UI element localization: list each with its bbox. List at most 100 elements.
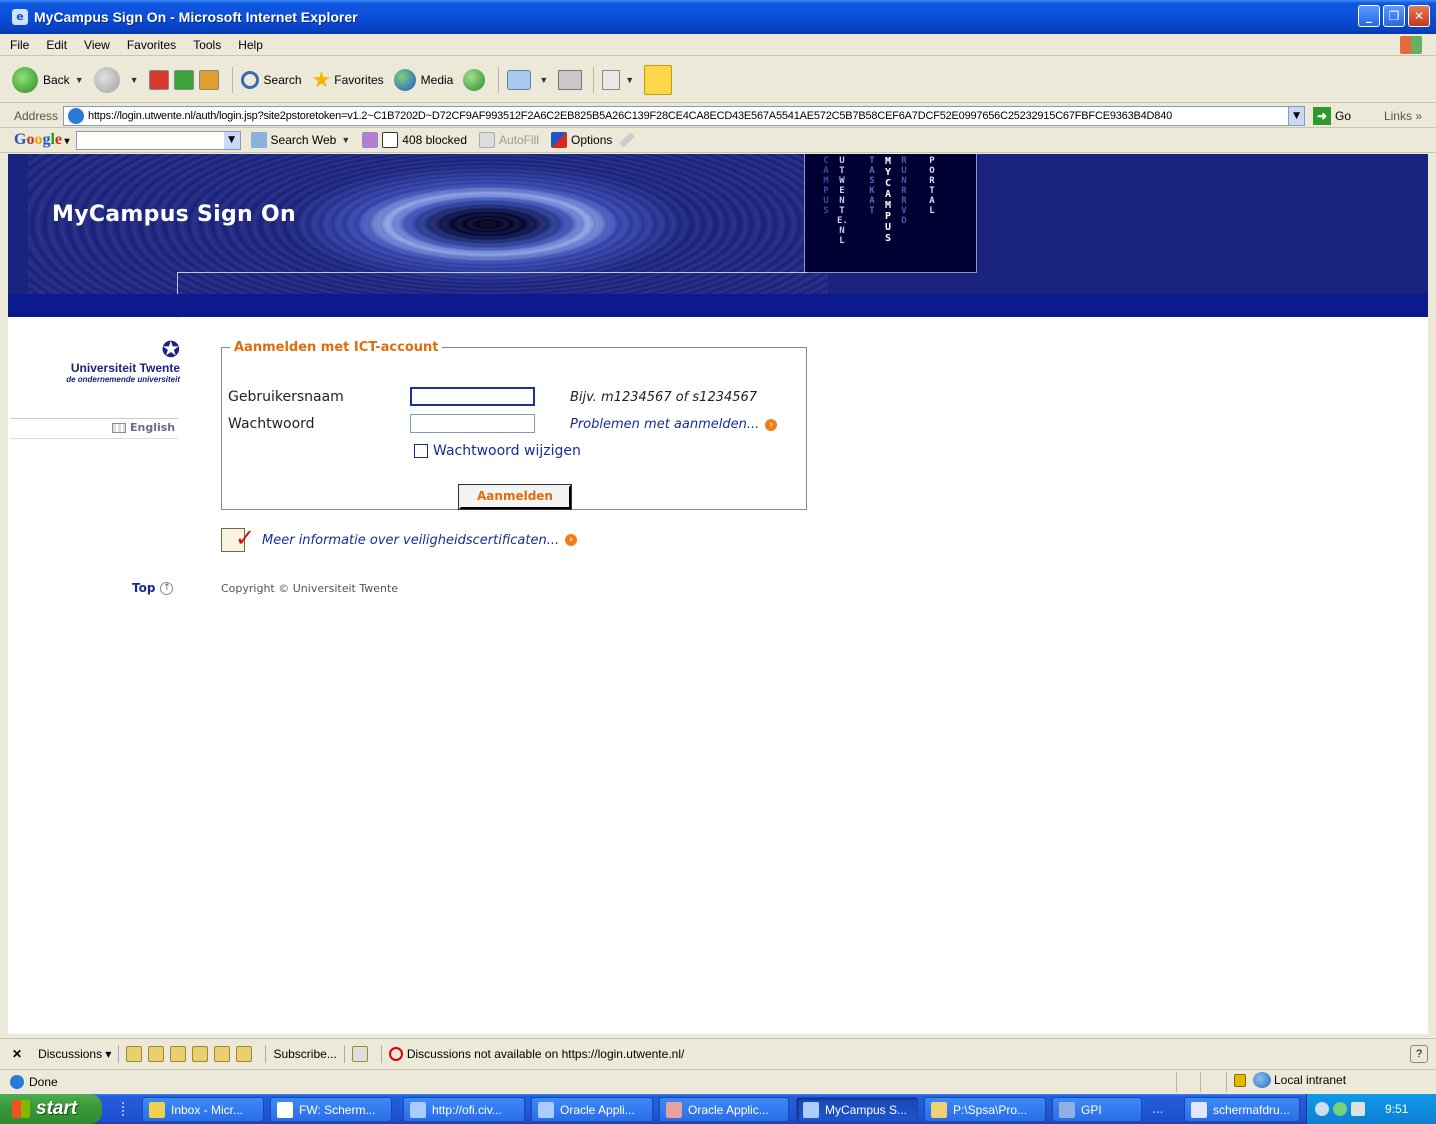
chevron-down-icon[interactable]: ▼	[223, 131, 240, 149]
certificate-link-label: Meer informatie over veiligheidscertific…	[262, 532, 560, 548]
mail-button[interactable]: ▼	[507, 69, 548, 90]
highlight-pen-icon[interactable]	[619, 132, 636, 148]
zone-label: Local intranet	[1274, 1073, 1347, 1087]
menu-view[interactable]: View	[84, 38, 110, 52]
tray-arrow-icon[interactable]	[1315, 1102, 1329, 1116]
change-password-label: Wachtwoord wijzigen	[433, 443, 581, 459]
password-input[interactable]	[410, 414, 535, 433]
taskbar-item[interactable]: Oracle Appli...	[531, 1097, 653, 1122]
favorites-button[interactable]: ★ Favorites	[312, 67, 384, 93]
google-search-input[interactable]: ▼	[75, 130, 241, 150]
discussion-expand-icon[interactable]	[170, 1045, 187, 1062]
help-icon[interactable]: ?	[1410, 1044, 1428, 1063]
chevron-down-icon[interactable]: ▼	[1288, 106, 1305, 125]
address-url[interactable]: https://login.utwente.nl/auth/login.jsp?…	[88, 110, 1288, 122]
folder-icon	[931, 1101, 947, 1118]
options-button[interactable]: Options	[551, 132, 612, 148]
stop-icon[interactable]	[148, 69, 169, 90]
security-zone[interactable]: Local intranet	[1234, 1072, 1346, 1088]
edit-button[interactable]: ▼	[602, 69, 634, 90]
close-button[interactable]: ✕	[1408, 5, 1430, 27]
start-label: start	[36, 1098, 78, 1119]
subscribe-button[interactable]: Subscribe...	[273, 1047, 336, 1061]
menu-tools[interactable]: Tools	[193, 38, 221, 52]
not-available-icon	[388, 1046, 403, 1061]
clock[interactable]: 9:51	[1385, 1102, 1408, 1116]
language-link[interactable]: English	[112, 421, 175, 434]
popup-blocker-button[interactable]: 408 blocked	[382, 132, 467, 148]
search-icon	[240, 70, 259, 89]
menu-edit[interactable]: Edit	[46, 38, 67, 52]
toolbar-separator	[118, 1044, 120, 1063]
discussion-reply-icon[interactable]	[148, 1045, 165, 1062]
taskbar-item[interactable]: http://ofi.civ...	[403, 1097, 525, 1122]
google-logo[interactable]: Google ▾	[14, 131, 70, 149]
change-password-checkbox[interactable]: Wachtwoord wijzigen	[414, 443, 581, 459]
network-icon[interactable]	[1333, 1102, 1347, 1116]
chevron-down-icon[interactable]: ▼	[75, 75, 84, 85]
language-label: English	[130, 421, 176, 434]
search-button[interactable]: Search	[240, 70, 302, 89]
minimize-button[interactable]: _	[1358, 5, 1380, 27]
taskbar-item[interactable]: FW: Scherm...	[270, 1097, 392, 1122]
problems-link[interactable]: Problemen met aanmelden... ›	[570, 417, 778, 432]
close-icon[interactable]: ✕	[12, 1047, 22, 1061]
home-icon[interactable]	[198, 69, 219, 90]
print-icon[interactable]	[558, 69, 583, 90]
menu-file[interactable]: File	[10, 38, 29, 52]
taskbar-item[interactable]: schermafdru...	[1184, 1097, 1300, 1122]
star-icon: ★	[311, 66, 332, 92]
title-bar: e MyCampus Sign On - Microsoft Internet …	[0, 0, 1436, 34]
windows-flag-icon	[1400, 36, 1422, 54]
word-icon	[1191, 1101, 1207, 1118]
refresh-icon[interactable]	[173, 69, 194, 90]
taskbar-item[interactable]: Inbox - Micr...	[142, 1097, 264, 1122]
autofill-button[interactable]: AutoFill	[479, 132, 539, 148]
address-label: Address	[14, 108, 59, 123]
username-input[interactable]	[410, 387, 535, 406]
taskbar-item[interactable]: GPI	[1052, 1097, 1142, 1122]
login-button[interactable]: Aanmelden	[458, 484, 572, 510]
tag-column: UTWENTE.NL	[837, 156, 848, 246]
links-button[interactable]: Links »	[1384, 109, 1422, 123]
taskbar: start Inbox - Micr... FW: Scherm... http…	[0, 1094, 1436, 1124]
discussion-new-icon[interactable]	[126, 1045, 143, 1062]
chevron-down-icon[interactable]: ▼	[625, 75, 634, 85]
menu-favorites[interactable]: Favorites	[127, 38, 176, 52]
certificate-link[interactable]: Meer informatie over veiligheidscertific…	[262, 532, 578, 548]
back-button[interactable]: Back ▼	[12, 66, 84, 93]
chevron-down-icon[interactable]: ▼	[341, 135, 350, 145]
back-label: Back	[43, 72, 70, 87]
taskbar-item-label: FW: Scherm...	[299, 1102, 376, 1117]
menu-help[interactable]: Help	[238, 38, 263, 52]
quick-launch-grip[interactable]	[122, 1102, 134, 1116]
address-input[interactable]: https://login.utwente.nl/auth/login.jsp?…	[63, 105, 1306, 126]
maximize-button[interactable]: ❐	[1383, 5, 1405, 27]
discussion-collapse-icon[interactable]	[192, 1045, 209, 1062]
ie-icon: e	[12, 9, 28, 25]
history-icon[interactable]	[463, 68, 486, 91]
checkbox-box[interactable]	[414, 444, 428, 458]
discussion-prev-icon[interactable]	[214, 1045, 231, 1062]
chevron-down-icon[interactable]: ▼	[539, 75, 548, 85]
taskbar-item-active[interactable]: MyCampus S...	[796, 1097, 918, 1122]
taskbar-overflow[interactable]: ...	[1152, 1102, 1163, 1116]
chevron-down-icon[interactable]: ▼	[130, 75, 139, 85]
discussions-menu[interactable]: Discussions ▾	[38, 1047, 111, 1061]
taskbar-item[interactable]: Oracle Applic...	[659, 1097, 789, 1122]
certificate-icon: ✓	[221, 526, 257, 554]
ut-logo-name: Universiteit Twente	[70, 361, 180, 375]
media-button[interactable]: Media	[393, 68, 453, 91]
taskbar-item[interactable]: P:\Spsa\Pro...	[924, 1097, 1046, 1122]
discussion-next-icon[interactable]	[236, 1045, 253, 1062]
start-button[interactable]: start	[0, 1094, 102, 1124]
forward-button[interactable]: ▼	[93, 66, 139, 93]
news-icon[interactable]	[362, 132, 379, 148]
search-web-button[interactable]: Search Web ▼	[250, 132, 350, 148]
tag-column: PORTAL	[929, 156, 935, 216]
monitor-icon[interactable]	[1351, 1102, 1365, 1116]
note-icon[interactable]	[644, 64, 673, 95]
discussion-pane-icon[interactable]	[351, 1045, 368, 1062]
top-link[interactable]: Top ↑	[132, 581, 174, 595]
go-button[interactable]: ➜ Go	[1313, 106, 1351, 125]
